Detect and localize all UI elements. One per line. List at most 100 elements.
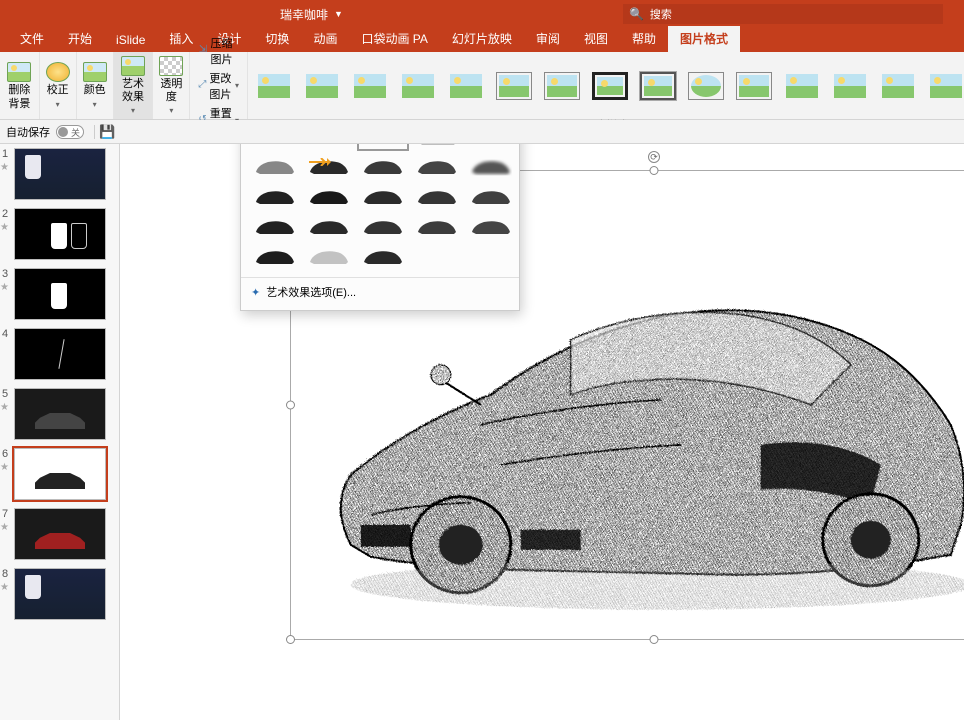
artistic-effect-6[interactable] [251, 155, 299, 179]
tab-slideshow[interactable]: 幻灯片放映 [440, 26, 524, 52]
artistic-effect-pencil-sketch[interactable] [359, 144, 407, 149]
slide-number: 5 [2, 388, 8, 400]
transparency-icon [159, 56, 183, 76]
animation-indicator-icon: ★ [0, 222, 9, 233]
tab-animations[interactable]: 动画 [301, 26, 349, 52]
slide-number: 3 [2, 268, 8, 280]
slide-thumb-5[interactable]: 5 ★ [0, 384, 119, 444]
picture-style-10[interactable] [688, 72, 724, 100]
autosave-toggle[interactable]: 关 [56, 125, 84, 139]
picture-style-7[interactable] [544, 72, 580, 100]
artistic-effect-22[interactable] [305, 245, 353, 269]
artistic-effect-20[interactable] [467, 215, 515, 239]
search-box[interactable]: 🔍 搜索 [623, 4, 943, 24]
rotate-handle[interactable] [648, 151, 660, 163]
picture-style-12[interactable] [784, 72, 820, 100]
options-icon: ✦ [251, 286, 260, 299]
artistic-effect-23[interactable] [359, 245, 407, 269]
picture-style-14[interactable] [880, 72, 916, 100]
artistic-effects-dropdown: ✦ 艺术效果选项(E)... [240, 144, 520, 311]
resize-handle-bl[interactable] [286, 635, 295, 644]
artistic-effect-8[interactable] [359, 155, 407, 179]
corrections-button[interactable]: 校正▾ [40, 52, 77, 119]
slide-thumb-3[interactable]: 3 ★ [0, 264, 119, 324]
picture-style-3[interactable] [352, 72, 388, 100]
compress-pictures-button[interactable]: ⇲压缩图片 [198, 35, 239, 67]
artistic-effect-21[interactable] [251, 245, 299, 269]
picture-style-6[interactable] [496, 72, 532, 100]
title-dropdown-icon[interactable]: ▼ [334, 9, 343, 19]
picture-styles-gallery: 图片样式 [248, 52, 964, 119]
picture-style-11[interactable] [736, 72, 772, 100]
resize-handle-tc[interactable] [650, 166, 659, 175]
compress-icon: ⇲ [198, 44, 207, 58]
slide-thumb-8[interactable]: 8 ★ [0, 564, 119, 624]
slide-thumb-2[interactable]: 2 ★ [0, 204, 119, 264]
tab-help[interactable]: 帮助 [620, 26, 668, 52]
picture-style-9[interactable] [640, 72, 676, 100]
picture-style-8[interactable] [592, 72, 628, 100]
artistic-effect-4[interactable] [413, 144, 461, 149]
change-picture-button[interactable]: ⤢更改图片▾ [198, 70, 239, 102]
picture-style-13[interactable] [832, 72, 868, 100]
animation-indicator-icon: ★ [0, 522, 9, 533]
artistic-effect-14[interactable] [413, 185, 461, 209]
tab-file[interactable]: 文件 [8, 26, 56, 52]
tab-transitions[interactable]: 切换 [253, 26, 301, 52]
artistic-effect-9[interactable] [413, 155, 461, 179]
artistic-effect-blur[interactable] [467, 155, 515, 179]
slide-thumb-7[interactable]: 7 ★ [0, 504, 119, 564]
transparency-button[interactable]: 透明度▾ [153, 52, 190, 119]
picture-style-5[interactable] [448, 72, 484, 100]
remove-bg-label: 删除背景 [6, 84, 33, 110]
doc-title-text: 瑞幸咖啡 [280, 6, 328, 23]
slide-thumbnail-panel: 1 ★ 2 ★ 3 ★ 4 5 ★ 6 ★ 7 ★ [0, 144, 120, 720]
artistic-effect-18[interactable] [359, 215, 407, 239]
search-placeholder: 搜索 [650, 6, 672, 22]
autosave-label: 自动保存 [6, 124, 50, 140]
title-bar: 瑞幸咖啡 ▼ 🔍 搜索 [0, 0, 964, 28]
tab-view[interactable]: 视图 [572, 26, 620, 52]
artistic-effect-12[interactable] [305, 185, 353, 209]
artistic-effect-15[interactable] [467, 185, 515, 209]
artistic-effect-19[interactable] [413, 215, 461, 239]
artistic-effect-11[interactable] [251, 185, 299, 209]
artistic-effects-options-label: 艺术效果选项(E)... [266, 284, 356, 300]
artistic-effect-none[interactable] [251, 144, 299, 149]
artistic-effect-16[interactable] [251, 215, 299, 239]
tab-review[interactable]: 审阅 [524, 26, 572, 52]
picture-tools-group: ⇲压缩图片 ⤢更改图片▾ ↺重置图片▾ [190, 52, 248, 119]
slide-thumb-1[interactable]: 1 ★ [0, 144, 119, 204]
artistic-effect-5[interactable] [467, 144, 515, 149]
doc-title: 瑞幸咖啡 ▼ [280, 6, 343, 23]
picture-style-2[interactable] [304, 72, 340, 100]
dropdown-arrow-indicator [309, 155, 331, 163]
quick-access-toolbar: 自动保存 关 💾 [0, 120, 964, 144]
animation-indicator-icon: ★ [0, 582, 9, 593]
resize-handle-ml[interactable] [286, 401, 295, 410]
animation-indicator-icon: ★ [0, 282, 9, 293]
tab-picture-format[interactable]: 图片格式 [668, 26, 740, 52]
chevron-down-icon: ▾ [169, 106, 173, 115]
slide-thumb-4[interactable]: 4 [0, 324, 119, 384]
color-button[interactable]: 颜色▾ [77, 52, 114, 119]
tab-islide[interactable]: iSlide [104, 29, 157, 52]
tab-pocket-anim[interactable]: 口袋动画 PA [349, 26, 439, 52]
picture-style-15[interactable] [928, 72, 964, 100]
picture-style-1[interactable] [256, 72, 292, 100]
remove-bg-button[interactable]: 删除背景 [0, 52, 40, 119]
animation-indicator-icon: ★ [0, 462, 9, 473]
picture-style-4[interactable] [400, 72, 436, 100]
workspace: 1 ★ 2 ★ 3 ★ 4 5 ★ 6 ★ 7 ★ [0, 144, 964, 720]
artistic-effect-2[interactable] [305, 144, 353, 149]
artistic-effect-13[interactable] [359, 185, 407, 209]
slide-thumb-6[interactable]: 6 ★ [0, 444, 119, 504]
artistic-effects-options-button[interactable]: ✦ 艺术效果选项(E)... [241, 277, 519, 306]
artistic-effects-button[interactable]: 艺术效果▾ [114, 52, 154, 119]
chevron-down-icon: ▾ [235, 81, 239, 90]
artistic-effect-17[interactable] [305, 215, 353, 239]
resize-handle-bc[interactable] [650, 635, 659, 644]
tab-home[interactable]: 开始 [56, 26, 104, 52]
save-icon[interactable]: 💾 [99, 124, 115, 140]
slide-canvas-area[interactable]: ✦ 艺术效果选项(E)... [120, 144, 964, 720]
